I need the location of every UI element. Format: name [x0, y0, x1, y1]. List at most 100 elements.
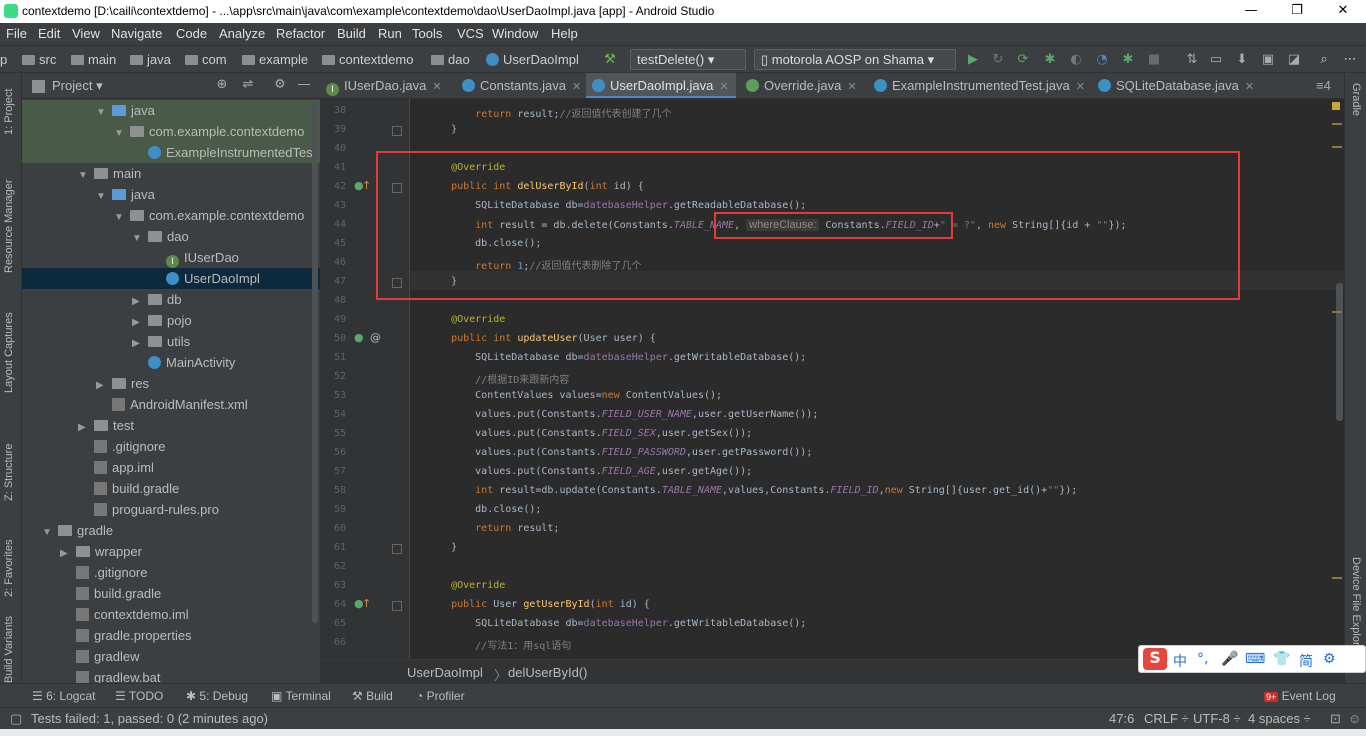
menu-navigate[interactable]: Navigate — [111, 26, 162, 41]
tree-item[interactable]: build.gradle — [22, 478, 320, 499]
tree-item[interactable]: gradle.properties — [22, 625, 320, 646]
expand-arrow-icon[interactable]: ▶ — [78, 417, 88, 438]
tree-item[interactable]: proguard-rules.pro — [22, 499, 320, 520]
lock-icon[interactable]: ⊡ — [1330, 711, 1341, 727]
ime-simplified[interactable]: 简 — [1299, 651, 1313, 671]
minimize-button[interactable]: — — [1228, 0, 1274, 23]
tool-profiler[interactable]: ◔ Profiler — [416, 689, 465, 703]
sdk-manager-icon[interactable]: ⬇ — [1234, 52, 1250, 68]
nav-crumb-userdaoimpl[interactable]: UserDaoImpl — [486, 52, 579, 67]
microphone-icon[interactable]: 🎤 — [1221, 651, 1238, 667]
tree-item[interactable]: MainActivity — [22, 352, 320, 373]
coverage-icon[interactable]: ✱ — [1120, 52, 1136, 68]
code-line[interactable]: SQLiteDatabase db=datebaseHelper.getWrit… — [427, 618, 806, 629]
file-encoding[interactable]: UTF-8 ÷ — [1193, 711, 1241, 726]
tree-item[interactable]: .gitignore — [22, 436, 320, 457]
menu-view[interactable]: View — [72, 26, 100, 41]
indent-setting[interactable]: 4 spaces ÷ — [1248, 711, 1311, 726]
fold-marker-icon[interactable] — [392, 544, 402, 554]
tree-item[interactable]: contextdemo.iml — [22, 604, 320, 625]
tab-exampleinstrumentedtest[interactable]: ExampleInstrumentedTest.java ✕ — [868, 73, 1088, 98]
close-tab-icon[interactable]: ✕ — [719, 81, 728, 93]
rerun-icon[interactable]: ↻ — [990, 52, 1006, 68]
inspector-icon[interactable]: ☺ — [1348, 711, 1361, 726]
tree-item[interactable]: ▼ java — [22, 100, 320, 121]
tree-item[interactable]: ▼ dao — [22, 226, 320, 247]
tool-gradle[interactable]: Gradle — [1350, 83, 1362, 116]
code-line[interactable]: values.put(Constants.FIELD_USER_NAME,use… — [427, 409, 818, 420]
close-tab-icon[interactable]: ✕ — [432, 81, 441, 93]
tab-override[interactable]: Override.java ✕ — [740, 73, 864, 98]
tree-item[interactable]: ▼ main — [22, 163, 320, 184]
code-line[interactable]: } — [427, 124, 457, 135]
breadcrumb-method[interactable]: delUserById() — [508, 665, 587, 680]
profiler-icon[interactable]: ◔ — [1094, 52, 1110, 68]
menu-vcs[interactable]: VCS — [457, 26, 484, 41]
code-line[interactable]: public User getUserById(int id) { — [427, 599, 650, 610]
tree-item[interactable]: build.gradle — [22, 583, 320, 604]
ime-chinese-mode[interactable]: 中 — [1173, 651, 1187, 671]
layout-inspector-icon[interactable]: ▣ — [1260, 52, 1276, 68]
device-select[interactable]: ▯ motorola AOSP on Shama ▾ — [754, 49, 956, 70]
close-tab-icon[interactable]: ✕ — [847, 81, 856, 93]
attach-debugger-icon[interactable]: ◐ — [1068, 52, 1084, 68]
tabs-overflow-button[interactable]: ≡4 — [1310, 73, 1344, 98]
tree-item[interactable]: ▼ com.example.contextdemo — [22, 205, 320, 226]
tool-layout-captures[interactable]: Layout Captures — [3, 312, 15, 393]
menu-tools[interactable]: Tools — [412, 26, 442, 41]
tool-device-file-explorer[interactable]: Device File Explorer — [1350, 557, 1362, 655]
status-toggle-icon[interactable]: ▢ — [10, 711, 22, 727]
sync-gradle-icon[interactable]: ⇅ — [1184, 52, 1200, 68]
annotation-marker-icon[interactable]: @ — [370, 331, 381, 344]
code-line[interactable]: SQLiteDatabase db=datebaseHelper.getWrit… — [427, 352, 806, 363]
menu-help[interactable]: Help — [551, 26, 578, 41]
menu-code[interactable]: Code — [176, 26, 207, 41]
tree-item[interactable]: .gitignore — [22, 562, 320, 583]
expand-arrow-icon[interactable]: ▶ — [96, 375, 106, 396]
nav-crumb-p[interactable]: p — [0, 52, 7, 67]
menu-run[interactable]: Run — [378, 26, 402, 41]
code-line[interactable]: @Override — [427, 580, 505, 591]
implements-marker-icon[interactable]: ● — [354, 331, 364, 344]
tool-logcat[interactable]: ☰ 6: Logcat — [32, 689, 95, 703]
code-line[interactable]: values.put(Constants.FIELD_PASSWORD,user… — [427, 447, 812, 458]
tree-item[interactable]: ▼ gradle — [22, 520, 320, 541]
code-line[interactable]: public int updateUser(User user) { — [427, 333, 656, 344]
breadcrumb-class[interactable]: UserDaoImpl — [407, 665, 483, 680]
menu-refactor[interactable]: Refactor — [276, 26, 325, 41]
apply-changes-icon[interactable]: ⟳ — [1015, 52, 1031, 68]
expand-arrow-icon[interactable]: ▶ — [132, 312, 142, 333]
status-message[interactable]: Tests failed: 1, passed: 0 (2 minutes ag… — [31, 711, 268, 726]
expand-arrow-icon[interactable]: ▼ — [96, 102, 106, 123]
collapse-all-icon[interactable]: ⇌ — [240, 77, 256, 93]
tool-event-log[interactable]: 9+ Event Log — [1264, 689, 1336, 703]
run-icon[interactable]: ▶ — [965, 52, 981, 68]
expand-arrow-icon[interactable]: ▼ — [42, 522, 52, 543]
code-line[interactable]: return result; — [427, 523, 559, 534]
skin-icon[interactable]: 👕 — [1273, 651, 1290, 667]
maximize-button[interactable]: ❐ — [1274, 0, 1320, 23]
overflow-icon[interactable]: ⋯ — [1342, 52, 1358, 68]
tool-build-variants[interactable]: Build Variants — [3, 616, 15, 683]
code-line[interactable]: db.close(); — [427, 504, 541, 515]
override-arrow-icon[interactable]: ↑ — [362, 179, 371, 192]
tree-item[interactable]: gradlew — [22, 646, 320, 667]
tree-item[interactable]: ▶ db — [22, 289, 320, 310]
nav-crumb-main[interactable]: main — [71, 52, 116, 67]
debug-icon[interactable]: ✱ — [1042, 52, 1058, 68]
tree-item[interactable]: gradlew.bat — [22, 667, 320, 683]
sogou-logo-icon[interactable]: S — [1143, 648, 1167, 670]
tree-item[interactable]: I IUserDao — [22, 247, 320, 268]
close-button[interactable]: ✕ — [1320, 0, 1366, 23]
menu-build[interactable]: Build — [337, 26, 366, 41]
fold-marker-icon[interactable] — [392, 126, 402, 136]
nav-crumb-dao[interactable]: dao — [431, 52, 470, 67]
close-tab-icon[interactable]: ✕ — [1076, 81, 1085, 93]
code-line[interactable]: } — [427, 542, 457, 553]
run-config-select[interactable]: testDelete() ▾ — [630, 49, 746, 70]
code-line[interactable]: return result;//返回值代表创建了几个 — [427, 105, 671, 120]
tree-item[interactable]: app.iml — [22, 457, 320, 478]
tree-item[interactable]: ▶ test — [22, 415, 320, 436]
ime-punctuation[interactable]: °, — [1197, 651, 1208, 667]
tool-terminal[interactable]: ▣ Terminal — [271, 689, 331, 703]
